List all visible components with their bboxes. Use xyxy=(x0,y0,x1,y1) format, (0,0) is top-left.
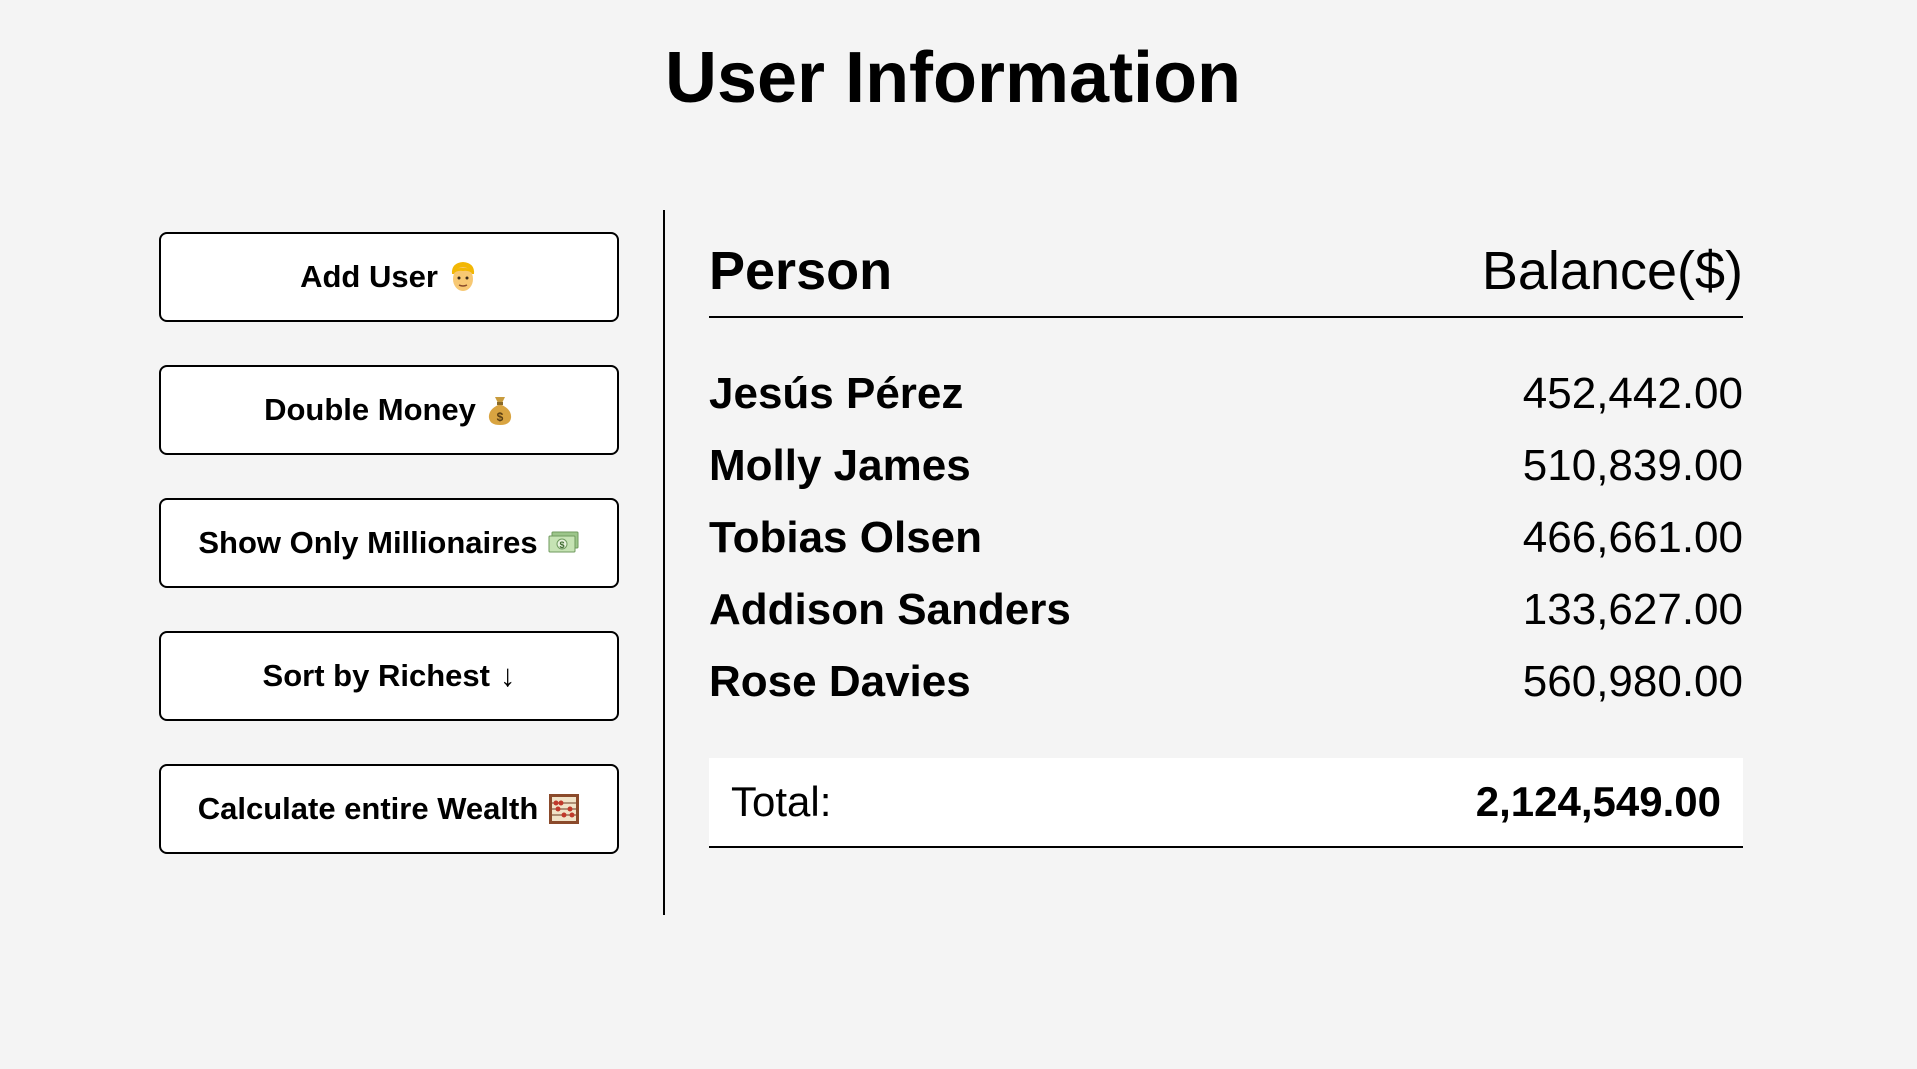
balance-column-header: Balance($) xyxy=(1481,241,1743,301)
svg-text:$: $ xyxy=(559,540,564,550)
person-name: Rose Davies xyxy=(709,657,971,706)
person-balance: 452,442.00 xyxy=(1522,369,1743,418)
person-name: Jesús Pérez xyxy=(709,369,964,418)
man-blond-icon xyxy=(448,260,478,294)
calculate-wealth-label: Calculate entire Wealth xyxy=(197,791,539,826)
show-millionaires-label: Show Only Millionaires xyxy=(198,525,538,560)
user-table: Person Balance($) Jesús Pérez 452,442.00… xyxy=(709,226,1743,848)
person-name: Addison Sanders xyxy=(709,585,1071,634)
person-column-header: Person xyxy=(709,241,893,301)
add-user-label: Add User xyxy=(300,259,438,294)
table-header: Person Balance($) xyxy=(709,226,1743,318)
person-balance: 510,839.00 xyxy=(1522,441,1743,490)
page-title: User Information xyxy=(664,38,1242,118)
total-wealth: Total: 2,124,549.00 xyxy=(709,758,1743,848)
total-value: 2,124,549.00 xyxy=(1475,778,1721,825)
calculate-wealth-button[interactable]: Calculate entire Wealth xyxy=(159,764,619,854)
svg-text:$: $ xyxy=(497,410,504,424)
money-bag-icon: $ xyxy=(486,394,514,426)
table-row: Jesús Pérez 452,442.00 xyxy=(709,358,1743,430)
person-balance: 560,980.00 xyxy=(1522,657,1743,706)
sort-richest-button[interactable]: Sort by Richest ↓ xyxy=(159,631,619,721)
total-label: Total: xyxy=(731,778,832,825)
add-user-button[interactable]: Add User xyxy=(159,232,619,322)
person-name: Molly James xyxy=(709,441,971,490)
person-balance: 133,627.00 xyxy=(1522,585,1743,634)
double-money-button[interactable]: Double Money $ xyxy=(159,365,619,455)
table-rows: Jesús Pérez 452,442.00 Molly James 510,8… xyxy=(709,358,1743,718)
table-row: Molly James 510,839.00 xyxy=(709,430,1743,502)
table-row: Tobias Olsen 466,661.00 xyxy=(709,502,1743,574)
table-row: Addison Sanders 133,627.00 xyxy=(709,574,1743,646)
sort-richest-label: Sort by Richest xyxy=(262,658,490,693)
double-money-label: Double Money xyxy=(264,392,476,427)
person-balance: 466,661.00 xyxy=(1522,513,1743,562)
controls-panel: Add User Double Money $ Show Only Millio… xyxy=(159,232,619,897)
abacus-icon xyxy=(548,793,580,825)
table-row: Rose Davies 560,980.00 xyxy=(709,646,1743,718)
show-millionaires-button[interactable]: Show Only Millionaires $ xyxy=(159,498,619,588)
person-name: Tobias Olsen xyxy=(709,513,983,562)
dollar-banknote-icon: $ xyxy=(548,531,580,555)
down-arrow-glyph: ↓ xyxy=(499,658,516,693)
vertical-divider xyxy=(663,210,665,915)
